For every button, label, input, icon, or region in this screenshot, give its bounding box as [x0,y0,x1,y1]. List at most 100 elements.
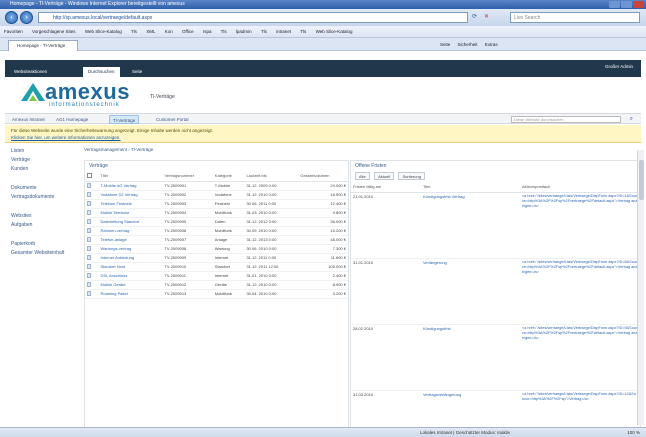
quicklaunch-item[interactable]: Verträge [5,156,75,165]
favorite-item[interactable]: Office [182,29,194,34]
favorite-item[interactable]: Web Slice-Katalog [316,29,353,34]
column-header[interactable]: Laufzeit bis [244,171,299,182]
maximize-button[interactable] [621,1,632,8]
zoom-level[interactable]: 100 % [627,428,640,437]
topnav-item[interactable]: AG1 Homepage [53,115,91,124]
all-site-content-link[interactable]: Gesamter Websiteinhalt [5,249,75,258]
command-tools[interactable]: Extras [485,42,498,47]
topnav-item[interactable]: Customer Portal [153,115,192,124]
page-scrollbar[interactable] [637,150,644,425]
filter-chip[interactable]: Alle [355,172,370,180]
table-cell: TV-2009005 [162,217,213,227]
favorite-item[interactable]: Web Slice-Katalog [85,29,122,34]
table-row[interactable]: Telefon-anlage TV-2009007 Anlage 31.12. 201… [85,235,348,245]
quicklaunch-item[interactable]: Vertragsdokumente [5,193,75,202]
favorite-item[interactable]: Vorgeschlagene Sites [32,29,76,34]
column-header[interactable]: Titel [98,171,163,182]
favorite-item[interactable]: Tls [221,29,227,34]
table-row[interactable]: 21.01.2010 Kündigungsfrist Vertrag <a href… [351,192,640,259]
back-icon[interactable]: ‹ [5,11,18,24]
table-row[interactable]: Wartungs-vertrag TV-2009008 Wartung 30.06. … [85,244,348,254]
filter-chip[interactable]: Aktuell [374,172,395,180]
table-cell[interactable]: Wartungs-vertrag [98,244,163,254]
table-cell[interactable]: Verlängerung [420,258,520,325]
browser-tab[interactable]: Homepage - Tl-Verträge [8,40,78,51]
table-row[interactable]: 31.01.2010 Verlängerung <a href="/sites/ve… [351,258,640,325]
stop-icon[interactable]: ✕ [484,13,489,20]
table-cell[interactable]: T-Mobile AG Vertrag [98,181,163,191]
topnav-item-active[interactable]: Tl-Verträge [109,115,140,124]
table-cell[interactable]: Standort Nord [98,262,163,272]
command-bar: Seite Sicherheit Extras [440,40,644,50]
table-cell[interactable]: DSL Anschluss [98,271,163,281]
favorite-item[interactable]: Tls [300,29,306,34]
table-row[interactable]: Mobile Telefonie TV-2009004 Mobilfunk 31.03… [85,208,348,218]
breadcrumb[interactable]: Vertragsmanagement › Tl-Verträge [84,147,153,152]
favorite-item[interactable]: intranet [276,29,291,34]
command-page[interactable]: Seite [440,42,450,47]
contracts-title[interactable]: Verträge [85,161,348,171]
reminders-title[interactable]: Offene Fristen [351,161,640,171]
table-row[interactable]: Roaming Paket TV-2009013 Mobilfunk 30.04. 2… [85,289,348,299]
table-cell[interactable]: Rahmen-vertrag [98,226,163,236]
column-header[interactable]: Gesamtvolumen [298,171,348,182]
ribbon-tab-browse[interactable]: Durchsuchen [83,67,120,77]
table-cell[interactable]: Datenleitung Standort [98,217,163,227]
favorite-item[interactable]: Tls [131,29,137,34]
forward-icon[interactable]: › [20,11,33,24]
welcome-user[interactable]: Großer Admin [605,64,633,69]
browser-search-input[interactable]: Live Search [510,12,640,23]
search-icon[interactable]: ⌕ [630,116,633,123]
column-header[interactable]: Vertragsnummer [162,171,213,182]
recycle-bin-link[interactable]: Papierkorb [5,240,75,249]
column-header[interactable]: Titel [420,182,520,193]
quicklaunch-item[interactable]: Aufgaben [5,221,75,230]
table-cell[interactable]: Roaming Paket [98,289,163,299]
quicklaunch-item[interactable]: Kunden [5,165,75,174]
favorite-item[interactable]: lpadmin [236,29,252,34]
ribbon-tab-page[interactable]: Seite [127,67,147,77]
table-cell[interactable]: Kündigungsfrist [420,324,520,391]
scrollbar-thumb[interactable] [639,160,644,200]
close-button[interactable] [633,1,644,8]
table-row[interactable]: Internet Anbindung TV-2009009 Internet 31.1… [85,253,348,263]
column-header[interactable]: Fristen fällig am [351,182,421,193]
table-row[interactable]: Datenleitung Standort TV-2009005 Daten 31.1… [85,217,348,227]
warning-link[interactable]: Klicken Sie hier, um weitere Information… [11,135,121,140]
table-row[interactable]: Rahmen-vertrag TV-2009006 Mobilfunk 30.09. … [85,226,348,236]
column-header[interactable]: Kategorie [212,171,245,182]
site-search-input[interactable]: Diese Website durchsuchen [511,116,621,123]
quicklaunch-heading[interactable]: Listen [5,147,75,156]
table-row[interactable]: T-Mobile AG Vertrag TV-2009001 T-Mobile 31.… [85,181,348,191]
quicklaunch-heading[interactable]: Websites [5,212,75,221]
quicklaunch-heading[interactable]: Dokumente [5,184,75,193]
address-input[interactable]: http://sp.amexus.local/vertraege/default… [38,12,468,23]
ribbon-tab-site-actions[interactable]: Websiteaktionen [9,67,52,77]
table-row[interactable]: DSL Anschluss TV-2009011 Internet 31.01. 20… [85,271,348,281]
table-cell[interactable]: Internet Anbindung [98,253,163,263]
table-cell[interactable]: Mobile Telefonie [98,208,163,218]
favorite-item[interactable]: Tls [261,29,267,34]
table-row[interactable]: Standort Nord TV-2009010 Standort 31.12. 20… [85,262,348,272]
table-cell[interactable]: Mobile Geräte [98,280,163,290]
filter-chip[interactable]: Sortierung [398,172,425,180]
topnav-item[interactable]: Amexus Intranet [9,115,48,124]
table-cell[interactable]: Kündigungsfrist Vertrag [420,192,520,259]
table-cell[interactable]: Telefon-anlage [98,235,163,245]
favorite-item[interactable]: XML [146,29,155,34]
table-row[interactable]: Telekom Festnetz TV-2009003 Festnetz 30.06.… [85,199,348,209]
favorite-item[interactable]: Ispa [203,29,212,34]
minimize-button[interactable] [609,1,620,8]
column-header[interactable]: Aktionspostfach [520,182,640,193]
favorite-item[interactable]: Kon [165,29,173,34]
select-all-checkbox[interactable] [85,171,99,182]
table-row[interactable]: Mobile Geräte TV-2009012 Geräte 31.12. 2010… [85,280,348,290]
table-row[interactable]: Vodafone D2 Vertrag TV-2009002 Vodafone 31.… [85,190,348,200]
table-row[interactable]: 28.02.2010 Kündigungsfrist <a href="/sites… [351,324,640,391]
table-cell[interactable]: Vodafone D2 Vertrag [98,190,163,200]
favorite-item[interactable]: Favoriten [4,29,23,34]
refresh-icon[interactable]: ⟳ [472,13,477,20]
command-safety[interactable]: Sicherheit [458,42,478,47]
table-cell[interactable]: Telekom Festnetz [98,199,163,209]
row-icon [85,253,99,263]
